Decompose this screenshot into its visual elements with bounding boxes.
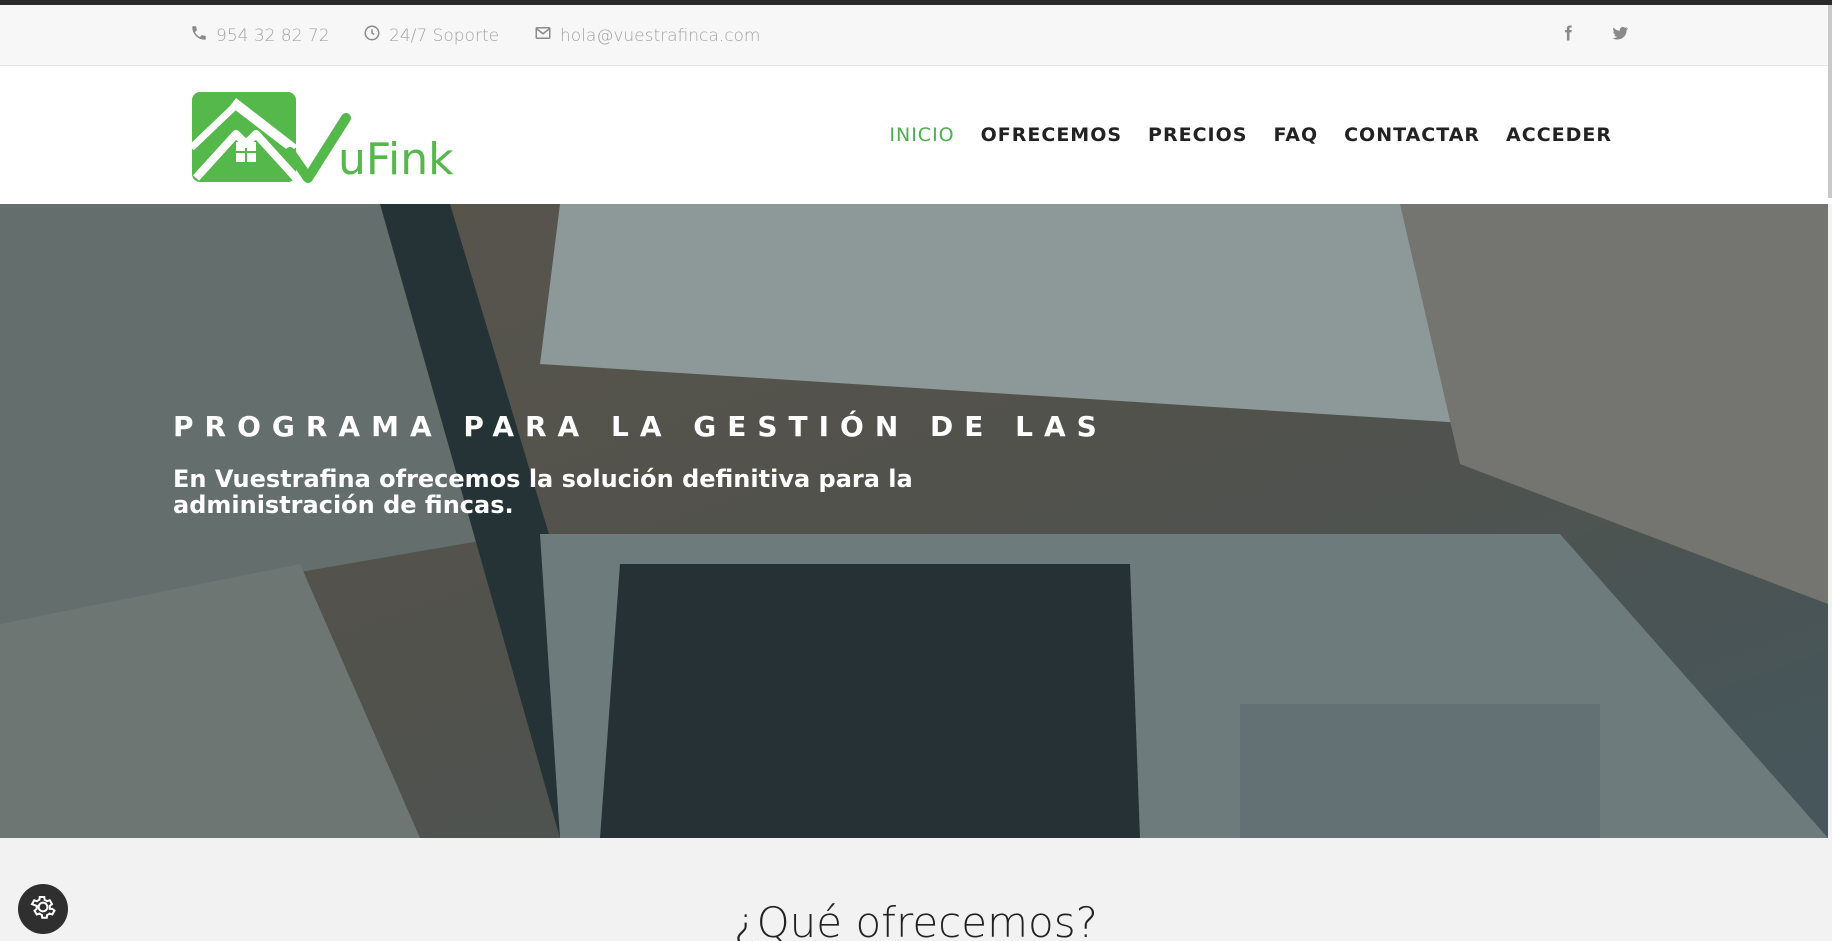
hero-heading: PROGRAMA PARA LA GESTIÓN DE LAS — [173, 410, 1108, 443]
nav-item-contactar[interactable]: CONTACTAR — [1331, 124, 1493, 146]
support-text: 24/7 Soporte — [389, 25, 500, 46]
nav-item-faq[interactable]: FAQ — [1260, 124, 1331, 146]
nav-item-ofrecemos[interactable]: OFRECEMOS — [968, 124, 1135, 146]
site-logo[interactable]: uFink — [188, 90, 460, 186]
nav-item-precios[interactable]: PRECIOS — [1135, 124, 1260, 146]
email-address: hola@vuestrafinca.com — [560, 25, 761, 46]
facebook-icon — [1559, 24, 1577, 47]
support-info: 24/7 Soporte — [363, 5, 499, 66]
clock-icon — [363, 24, 381, 47]
logo-text: uFink — [338, 134, 454, 185]
main-navigation: INICIO OFRECEMOS PRECIOS FAQ CONTACTAR A… — [876, 66, 1625, 204]
site-header: uFink INICIO OFRECEMOS PRECIOS FAQ CONTA… — [0, 66, 1832, 204]
hero-overlay — [0, 204, 1828, 838]
top-contact-bar: 954 32 82 72 24/7 Soporte hola@vuestrafi… — [0, 5, 1832, 66]
phone-number: 954 32 82 72 — [216, 25, 330, 46]
gear-icon — [28, 892, 58, 927]
phone-icon — [190, 24, 208, 47]
cookie-settings-button[interactable] — [18, 884, 68, 934]
twitter-icon — [1611, 24, 1629, 47]
phone-contact[interactable]: 954 32 82 72 — [190, 5, 330, 66]
page-scrollbar[interactable] — [1828, 5, 1832, 198]
nav-item-inicio[interactable]: INICIO — [876, 124, 967, 146]
facebook-link[interactable] — [1553, 5, 1583, 66]
hero-banner: PROGRAMA PARA LA GESTIÓN DE LAS En Vuest… — [0, 204, 1828, 838]
section-title: ¿Qué ofrecemos? — [734, 898, 1098, 941]
nav-item-acceder[interactable]: ACCEDER — [1493, 124, 1625, 146]
email-contact[interactable]: hola@vuestrafinca.com — [534, 5, 761, 66]
page: 954 32 82 72 24/7 Soporte hola@vuestrafi… — [0, 0, 1832, 941]
mail-icon — [534, 24, 552, 47]
hero-text: En Vuestrafina ofrecemos la solución def… — [173, 465, 913, 519]
twitter-link[interactable] — [1605, 5, 1635, 66]
